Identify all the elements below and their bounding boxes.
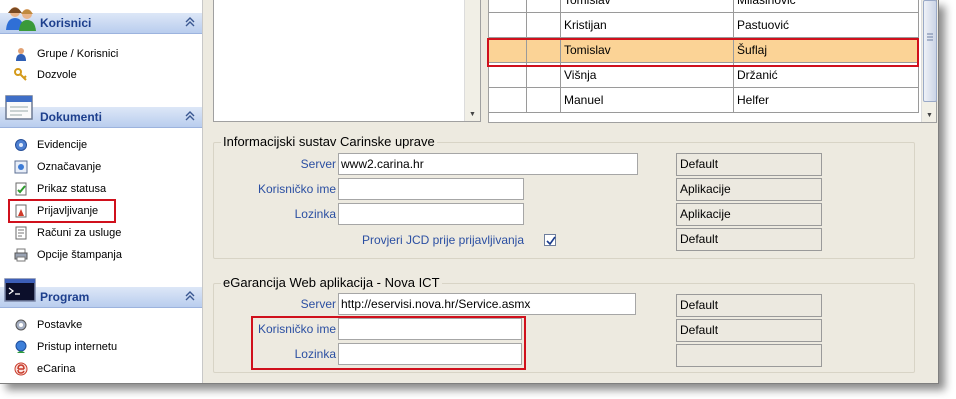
row-marker-cell xyxy=(527,0,561,12)
collapse-icon[interactable] xyxy=(184,290,196,302)
last-name-cell[interactable]: Pastuović xyxy=(734,13,919,37)
program-section-icon xyxy=(4,278,36,304)
gear-globe-icon xyxy=(14,138,28,152)
first-name-cell[interactable]: Kristijan xyxy=(561,13,734,37)
sidebar-item-label: Pristup internetu xyxy=(37,341,118,353)
sidebar-item-label: eCarina xyxy=(37,363,76,375)
user-icon xyxy=(14,47,28,61)
section-title: Korisnici xyxy=(40,16,92,30)
users-section-icon xyxy=(4,4,36,31)
password-label: Lozinka xyxy=(294,207,336,221)
scroll-down-icon[interactable]: ▼ xyxy=(922,109,937,122)
sidebar-item-oznacavanje[interactable]: Označavanje xyxy=(14,158,101,176)
eg-username-source: Default xyxy=(676,319,822,342)
app-window: Korisnici Grupe / Korisnici Dozvole Doku… xyxy=(0,0,939,384)
server-label: Server xyxy=(300,297,336,311)
sidebar-item-label: Dozvole xyxy=(37,69,77,81)
first-name-cell[interactable]: Manuel xyxy=(561,88,734,112)
tag-icon xyxy=(14,160,28,174)
sidebar-item-grupe-korisnici[interactable]: Grupe / Korisnici xyxy=(14,45,118,63)
sidebar-item-postavke[interactable]: Postavke xyxy=(14,316,82,334)
sidebar-item-opcije-stampanja[interactable]: Opcije štampanja xyxy=(14,246,122,264)
globe-user-icon xyxy=(14,340,28,354)
sidebar-item-label: Opcije štampanja xyxy=(37,249,122,261)
checkmark-icon xyxy=(546,236,556,246)
highlight-box-credentials xyxy=(251,316,526,370)
sidebar-item-label: Evidencije xyxy=(37,139,88,151)
invoice-icon xyxy=(14,226,28,240)
cis-password-input[interactable] xyxy=(338,203,524,225)
settings-gear-icon xyxy=(14,318,28,332)
cis-server-source: Default xyxy=(676,153,822,176)
key-icon xyxy=(14,68,28,82)
sidebar-item-racuni-za-usluge[interactable]: Računi za usluge xyxy=(14,224,121,242)
table-row[interactable]: Kristijan Pastuović xyxy=(489,13,919,38)
row-indicator-cell xyxy=(489,88,527,112)
table-row[interactable]: Tomislav Milašinović xyxy=(489,0,919,13)
sidebar-item-evidencije[interactable]: Evidencije xyxy=(14,136,87,154)
status-document-icon xyxy=(14,182,28,196)
sidebar-item-prikaz-statusa[interactable]: Prikaz statusa xyxy=(14,180,106,198)
scrollbar-thumb[interactable] xyxy=(923,0,937,102)
eg-password-source xyxy=(676,344,822,367)
username-label: Korisničko ime xyxy=(257,182,336,196)
collapse-icon[interactable] xyxy=(184,16,196,28)
groups-list[interactable]: ▼ xyxy=(213,0,481,122)
section-title: Dokumenti xyxy=(40,110,103,124)
row-indicator-cell xyxy=(489,0,527,12)
highlight-box-selected-row xyxy=(487,38,919,67)
sidebar-item-ecarina[interactable]: eCarina xyxy=(14,360,76,378)
row-marker-cell xyxy=(527,13,561,37)
check-jcd-source: Default xyxy=(676,228,822,251)
cis-server-input[interactable]: www2.carina.hr xyxy=(338,153,638,175)
grid-scrollbar[interactable]: ▼ xyxy=(921,0,937,122)
group-title: Informacijski sustav Carinske uprave xyxy=(221,134,437,149)
ecarina-logo-icon xyxy=(14,362,28,376)
row-marker-cell xyxy=(527,88,561,112)
server-label: Server xyxy=(300,157,336,171)
eg-server-source: Default xyxy=(676,294,822,317)
sidebar-item-label: Grupe / Korisnici xyxy=(37,48,119,60)
highlight-box-prijavljivanje xyxy=(8,199,116,223)
eg-server-input[interactable]: http://eservisi.nova.hr/Service.asmx xyxy=(338,293,636,315)
last-name-cell[interactable]: Milašinović xyxy=(734,0,919,12)
sidebar-item-label: Računi za usluge xyxy=(37,227,122,239)
printer-icon xyxy=(14,248,28,262)
sidebar-item-label: Označavanje xyxy=(37,161,102,173)
sidebar-item-label: Postavke xyxy=(37,319,83,331)
collapse-icon[interactable] xyxy=(184,110,196,122)
row-indicator-cell xyxy=(489,13,527,37)
table-row[interactable]: Manuel Helfer xyxy=(489,88,919,113)
sidebar-item-dozvole[interactable]: Dozvole xyxy=(14,66,77,84)
check-jcd-label[interactable]: Provjeri JCD prije prijavljivanja xyxy=(300,233,524,247)
group-title: eGarancija Web aplikacija - Nova ICT xyxy=(221,275,442,290)
cis-password-source: Aplikacije xyxy=(676,203,822,226)
first-name-cell[interactable]: Tomislav xyxy=(561,0,734,12)
cis-username-input[interactable] xyxy=(338,178,524,200)
section-title: Program xyxy=(40,290,90,304)
list-scrollbar[interactable]: ▼ xyxy=(464,0,480,121)
sidebar-item-pristup-internetu[interactable]: Pristup internetu xyxy=(14,338,117,356)
cis-username-source: Aplikacije xyxy=(676,178,822,201)
check-jcd-checkbox[interactable] xyxy=(544,234,556,246)
scroll-down-icon[interactable]: ▼ xyxy=(465,108,480,121)
sidebar-item-label: Prikaz statusa xyxy=(37,183,107,195)
navigation-sidebar: Korisnici Grupe / Korisnici Dozvole Doku… xyxy=(0,0,203,383)
last-name-cell[interactable]: Helfer xyxy=(734,88,919,112)
documents-section-icon xyxy=(4,94,34,120)
